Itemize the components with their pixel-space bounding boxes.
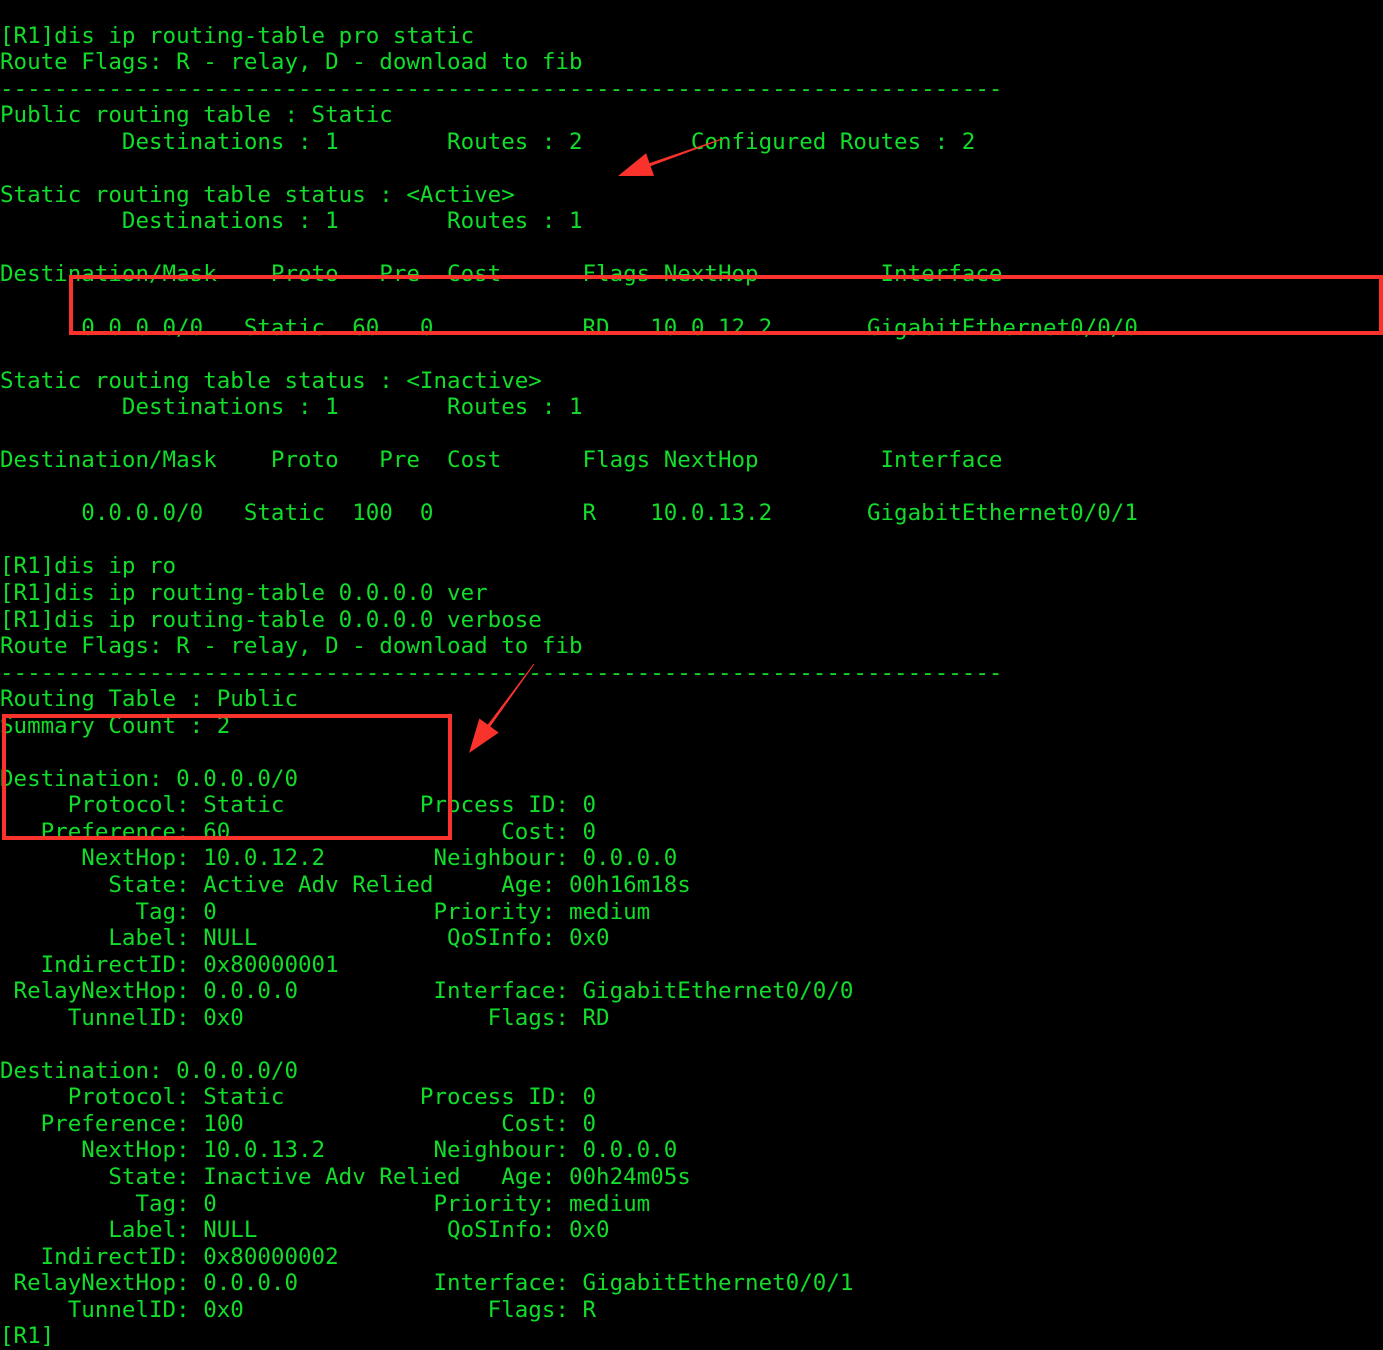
terminal-line: [R1]dis ip routing-table 0.0.0.0 ver (0, 579, 488, 606)
terminal-line: Preference: 60 Cost: 0 (0, 818, 597, 845)
terminal-line: 0.0.0.0/0 Static 60 0 RD 10.0.12.2 Gigab… (0, 314, 1138, 341)
terminal-line: 0.0.0.0/0 Static 100 0 R 10.0.13.2 Gigab… (0, 500, 1138, 527)
terminal-line: Static routing table status : <Inactive> (0, 367, 542, 394)
terminal-line: TunnelID: 0x0 Flags: RD (0, 1004, 610, 1031)
terminal-line: Label: NULL QoSInfo: 0x0 (0, 1217, 610, 1244)
terminal-line: [R1]dis ip routing-table pro static (0, 22, 475, 49)
terminal-line: NextHop: 10.0.13.2 Neighbour: 0.0.0.0 (0, 1137, 678, 1164)
terminal-line: Static routing table status : <Active> (0, 181, 515, 208)
terminal-line: IndirectID: 0x80000001 (0, 951, 339, 978)
terminal-line: Route Flags: R - relay, D - download to … (0, 49, 583, 76)
terminal-line: RelayNextHop: 0.0.0.0 Interface: Gigabit… (0, 978, 854, 1005)
terminal-line: Routing Table : Public (0, 686, 299, 713)
terminal-line: Public routing table : Static (0, 102, 393, 129)
terminal-line: Route Flags: R - relay, D - download to … (0, 633, 583, 660)
terminal-line: RelayNextHop: 0.0.0.0 Interface: Gigabit… (0, 1270, 854, 1297)
terminal-line: NextHop: 10.0.12.2 Neighbour: 0.0.0.0 (0, 845, 678, 872)
terminal-line: Label: NULL QoSInfo: 0x0 (0, 925, 610, 952)
terminal-line: Preference: 100 Cost: 0 (0, 1110, 597, 1137)
terminal-line: TunnelID: 0x0 Flags: R (0, 1296, 597, 1323)
terminal-output[interactable]: [R1]dis ip routing-table pro static Route… (0, 22, 1383, 1349)
terminal-line: Destination: 0.0.0.0/0 (0, 765, 299, 792)
terminal-line: Tag: 0 Priority: medium (0, 1190, 651, 1217)
terminal-line: Tag: 0 Priority: medium (0, 898, 651, 925)
terminal-line: Protocol: Static Process ID: 0 (0, 792, 597, 819)
terminal-line: ----------------------------------------… (0, 659, 1003, 686)
terminal-line: [R1]dis ip routing-table 0.0.0.0 verbose (0, 606, 542, 633)
terminal-line: Destinations : 1 Routes : 2 Configured R… (0, 128, 976, 155)
terminal-line: State: Active Adv Relied Age: 00h16m18s (0, 872, 691, 898)
terminal-line: Protocol: Static Process ID: 0 (0, 1084, 597, 1111)
terminal-line: [R1]dis ip ro (0, 553, 177, 580)
terminal-line: [R1] (0, 1323, 55, 1350)
terminal-line: State: Inactive Adv Relied Age: 00h24m05… (0, 1164, 691, 1191)
terminal-line: Destination/Mask Proto Pre Cost Flags Ne… (0, 447, 1003, 474)
terminal-line: IndirectID: 0x80000002 (0, 1243, 339, 1270)
terminal-line: ----------------------------------------… (0, 75, 1003, 102)
terminal-line: Summary Count : 2 (0, 712, 231, 739)
terminal-line: Destinations : 1 Routes : 1 (0, 394, 583, 421)
terminal-line: Destinations : 1 Routes : 1 (0, 208, 583, 235)
terminal-line: Destination/Mask Proto Pre Cost Flags Ne… (0, 261, 1003, 288)
terminal-line: Destination: 0.0.0.0/0 (0, 1057, 299, 1084)
